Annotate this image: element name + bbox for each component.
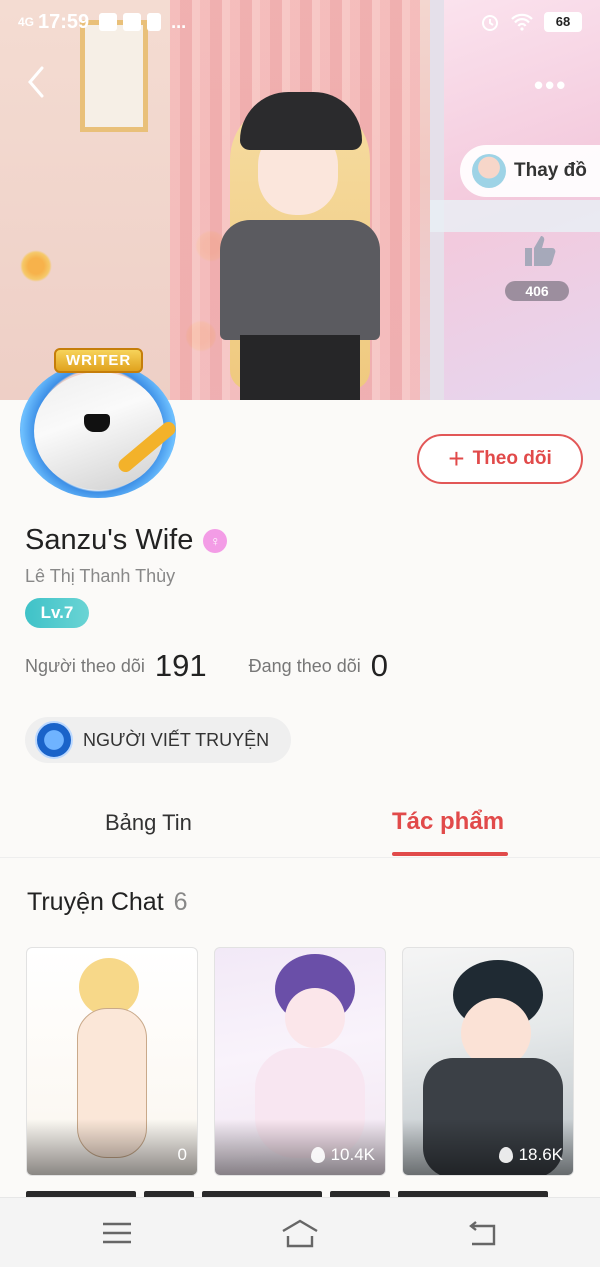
story-cover-art (285, 988, 345, 1048)
battery-icon: 68 (544, 12, 582, 32)
profile-avatar[interactable]: WRITER (12, 348, 182, 502)
avatar-mask (84, 414, 110, 432)
story-views: 0 (178, 1145, 187, 1165)
views-value: 10.4K (330, 1145, 375, 1164)
thumbs-up-icon (525, 236, 556, 266)
role-label: NGƯỜI VIẾT TRUYỆN (83, 729, 270, 750)
alarm-icon (482, 15, 498, 31)
writer-badge: WRITER (54, 348, 144, 373)
profile-tabs: Bảng Tin Tác phẩm (0, 796, 600, 858)
avatar-image (34, 372, 164, 490)
menu-icon[interactable] (97, 1216, 137, 1250)
notification-icon (147, 13, 162, 31)
like-button[interactable]: 406 (505, 230, 573, 301)
story-views: 10.4K (310, 1145, 375, 1165)
female-gender-icon: ♀ (203, 528, 228, 553)
story-list: 0 10.4K 18.6K (26, 947, 574, 1177)
cover-flower (20, 250, 52, 282)
level-badge: Lv.7 (25, 598, 89, 628)
active-tab-indicator (392, 852, 508, 856)
following-label[interactable]: Đang theo dõi (249, 656, 361, 677)
display-name: Sanzu's Wife (25, 524, 194, 556)
status-right: 68 (480, 12, 582, 32)
back-nav-icon[interactable] (462, 1216, 502, 1250)
flame-icon (310, 1147, 325, 1163)
plus-icon: + (448, 443, 465, 474)
tab-feed[interactable]: Bảng Tin (105, 810, 192, 836)
cover-image (0, 0, 600, 400)
writer-role-icon (35, 721, 73, 759)
back-icon[interactable] (22, 62, 52, 102)
home-icon[interactable] (280, 1216, 320, 1250)
card-shade (27, 1119, 197, 1175)
cover-character-skirt (240, 335, 360, 400)
followers-count[interactable]: 191 (155, 648, 207, 684)
cover-window-bar (430, 200, 600, 232)
story-card[interactable]: 0 (26, 947, 198, 1176)
section-title-label: Truyện Chat (27, 888, 164, 916)
follow-stats: Người theo dõi 191 Đang theo dõi 0 (25, 648, 430, 684)
followers-label[interactable]: Người theo dõi (25, 656, 145, 677)
status-bar: 4G 17:59 ... 68 (0, 0, 600, 44)
change-outfit-button[interactable]: Thay đồ (460, 145, 600, 197)
story-card[interactable]: 10.4K (214, 947, 386, 1176)
mail-icon (123, 13, 142, 31)
clock: 17:59 (38, 10, 90, 33)
story-views: 18.6K (498, 1145, 563, 1165)
facebook-icon (99, 13, 118, 31)
display-name-row: Sanzu's Wife ♀ (25, 524, 228, 557)
wifi-icon (511, 13, 533, 31)
views-value: 0 (177, 1145, 187, 1164)
change-outfit-label: Thay đồ (514, 160, 587, 181)
section-count: 6 (173, 888, 188, 916)
views-value: 18.6K (518, 1145, 563, 1164)
outfit-avatar-icon (472, 154, 506, 188)
network-indicator: 4G (18, 15, 35, 29)
section-title: Truyện Chat 6 (27, 888, 188, 917)
story-card[interactable]: 18.6K (402, 947, 574, 1176)
follow-label: Theo dõi (472, 448, 552, 469)
following-count[interactable]: 0 (371, 648, 388, 684)
real-name: Lê Thị Thanh Thùy (25, 566, 176, 586)
more-options-button[interactable]: ••• (534, 70, 567, 101)
tab-works[interactable]: Tác phẩm (392, 808, 504, 836)
more-notifications: ... (171, 11, 187, 32)
role-chip[interactable]: NGƯỜI VIẾT TRUYỆN (25, 717, 292, 763)
system-nav-bar (0, 1197, 600, 1267)
like-count: 406 (505, 281, 569, 301)
cover-character-shirt (220, 220, 380, 340)
follow-button[interactable]: + Theo dõi (417, 434, 583, 484)
flame-icon (498, 1147, 513, 1163)
